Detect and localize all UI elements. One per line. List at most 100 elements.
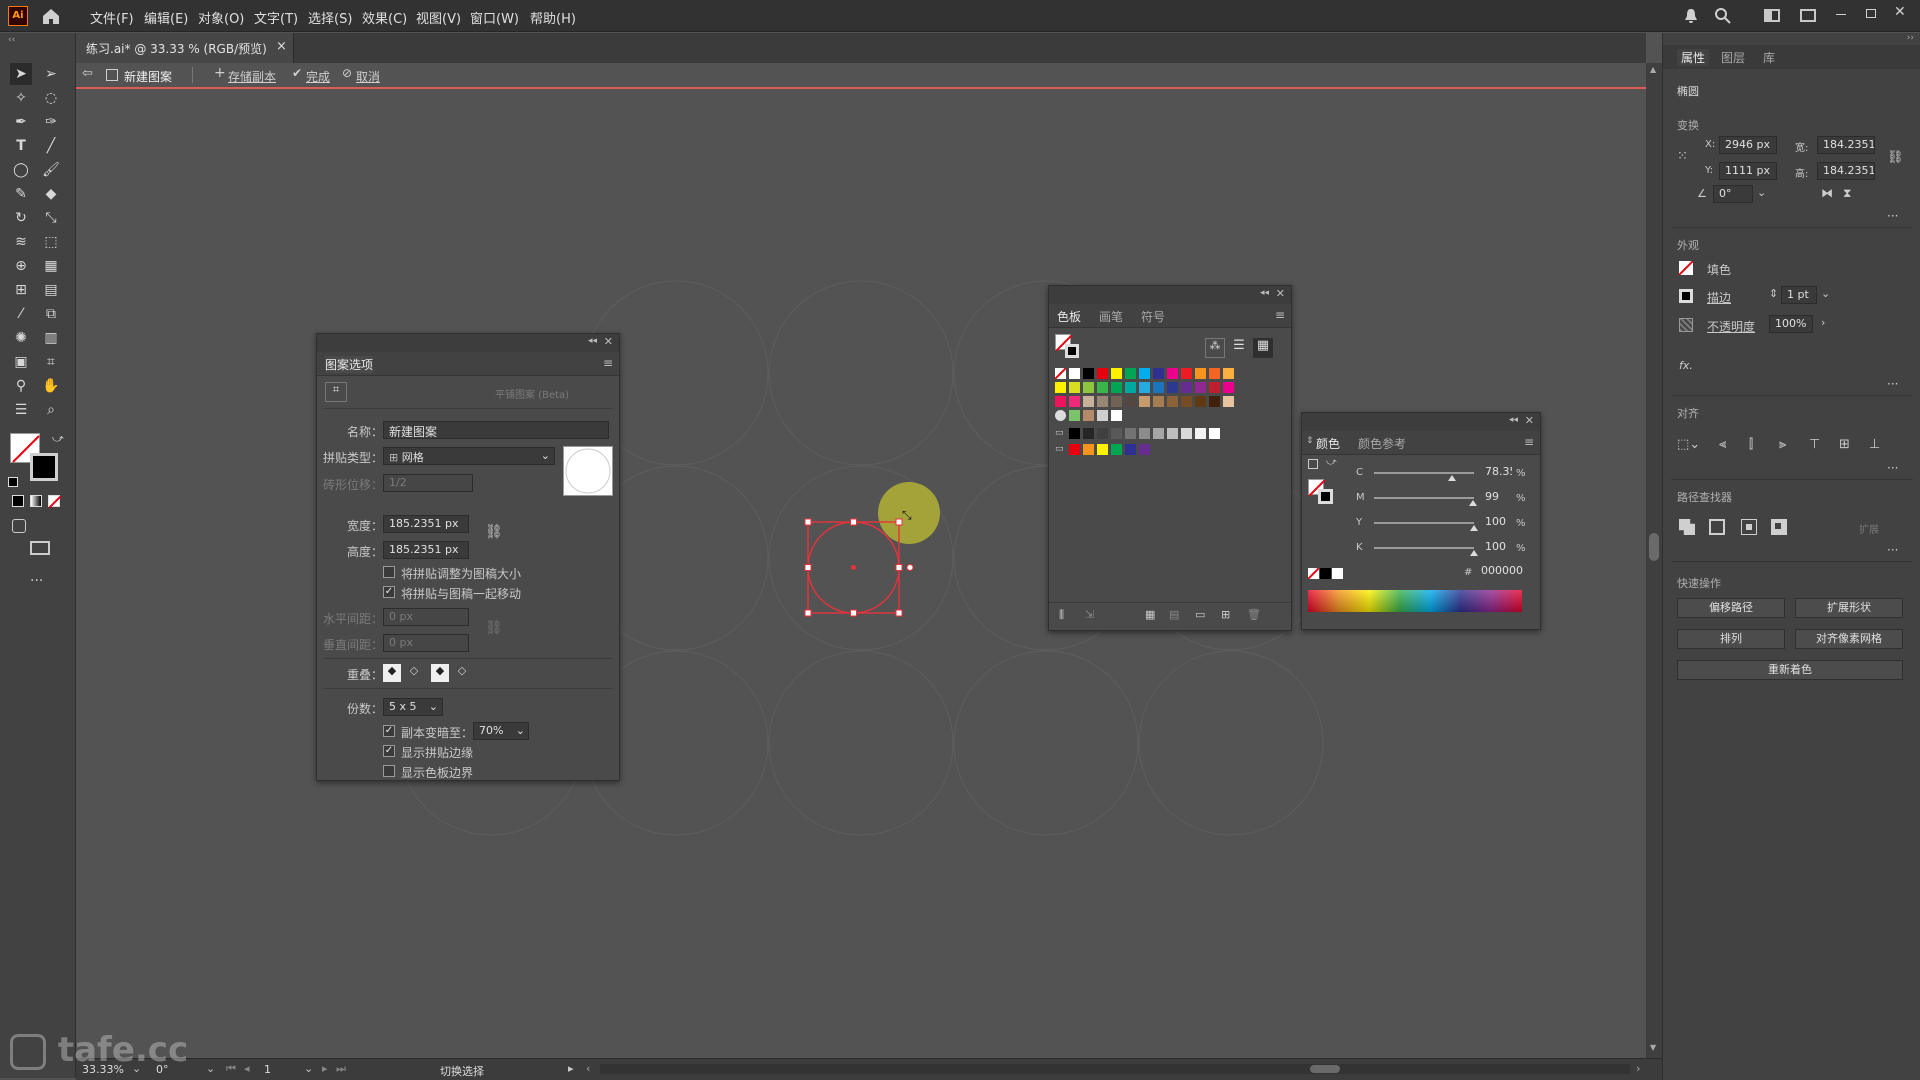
pattern-swatch[interactable] xyxy=(1111,410,1122,421)
perspective-grid-icon[interactable]: ▦ xyxy=(40,255,62,277)
scroll-thumb[interactable] xyxy=(1310,1065,1340,1073)
h-field[interactable]: 184.2351 xyxy=(1817,162,1875,180)
scroll-left-icon[interactable]: ‹ xyxy=(586,1062,590,1075)
line-tool-icon[interactable]: ╱ xyxy=(40,135,62,157)
scroll-thumb[interactable] xyxy=(1649,533,1659,561)
black-color-chip[interactable] xyxy=(1320,568,1331,579)
hand-tool-icon[interactable]: ✋ xyxy=(40,375,62,397)
stroke-weight-field[interactable]: 1 pt xyxy=(1781,286,1817,304)
default-icon[interactable] xyxy=(1308,459,1318,469)
swatch-chip[interactable] xyxy=(1181,382,1192,393)
name-field[interactable]: 新建图案 xyxy=(383,421,609,439)
tab-properties[interactable]: 属性 xyxy=(1677,49,1710,66)
chevron-down-icon[interactable]: ⌄ xyxy=(304,1062,313,1075)
flip-vertical-icon[interactable]: ⧗ xyxy=(1843,186,1851,201)
swatch-chip[interactable] xyxy=(1223,382,1234,393)
draw-mode-icon[interactable] xyxy=(12,519,26,533)
direct-selection-tool-icon[interactable]: ➢ xyxy=(40,63,62,85)
free-transform-icon[interactable]: ⬚ xyxy=(40,231,62,253)
channel-c-slider[interactable] xyxy=(1374,472,1474,474)
overlap-top-icon[interactable]: ◆ xyxy=(431,664,449,682)
swatch-library-icon[interactable]: ⫼ xyxy=(1059,608,1064,622)
swatch-chip[interactable] xyxy=(1097,382,1108,393)
arrange-button[interactable]: 排列 xyxy=(1677,629,1785,649)
scale-tool-icon[interactable]: ⤡ xyxy=(40,207,62,229)
swatch-chip[interactable] xyxy=(1125,368,1136,379)
swatch-chip[interactable] xyxy=(1139,382,1150,393)
scroll-right-icon[interactable]: › xyxy=(1636,1062,1640,1075)
swatch-chip[interactable] xyxy=(1125,428,1136,439)
swatch-chip[interactable] xyxy=(1139,368,1150,379)
close-panel-icon[interactable]: ✕ xyxy=(1276,287,1285,300)
grid-view-icon[interactable]: ▦ xyxy=(1253,338,1273,358)
tab-swatches[interactable]: 色板 xyxy=(1057,308,1081,325)
channel-m-thumb[interactable] xyxy=(1469,500,1477,506)
lasso-icon[interactable]: ◌ xyxy=(40,87,62,109)
column-graph-icon[interactable]: ▥ xyxy=(40,327,62,349)
channel-c-field[interactable]: 78.35 xyxy=(1480,464,1512,482)
mesh-tool-icon[interactable]: ⊞ xyxy=(10,279,32,301)
chevron-right-icon[interactable]: › xyxy=(1821,316,1825,329)
fill-stroke-mini[interactable] xyxy=(1308,479,1336,507)
dim-copies-select[interactable]: 70% ⌄ xyxy=(473,722,529,740)
swatch-chip[interactable] xyxy=(1209,382,1220,393)
fx-button[interactable]: fx. xyxy=(1679,359,1693,372)
swatch-chip[interactable] xyxy=(1054,367,1067,380)
swatch-chip[interactable] xyxy=(1209,428,1220,439)
tab-layers[interactable]: 图层 xyxy=(1721,49,1745,66)
swatch-chip[interactable] xyxy=(1069,444,1080,455)
paintbrush-icon[interactable]: 🖌 xyxy=(40,159,62,181)
type-tool-icon[interactable]: T xyxy=(10,135,32,157)
stroke-swatch[interactable] xyxy=(30,453,58,481)
unite-icon[interactable] xyxy=(1679,519,1695,535)
swatch-chip[interactable] xyxy=(1083,382,1094,393)
close-window-icon[interactable]: ✕ xyxy=(1894,4,1906,20)
move-tile-checkbox[interactable]: ✓ xyxy=(383,586,395,598)
hex-field[interactable]: 000000 xyxy=(1476,563,1524,581)
opacity-icon[interactable] xyxy=(1679,318,1693,332)
align-pixel-grid-button[interactable]: 对齐像素网格 xyxy=(1795,629,1903,649)
swap-icon[interactable]: ⤻ xyxy=(1326,457,1337,468)
swatch-chip[interactable] xyxy=(1069,368,1080,379)
swatch-chip[interactable] xyxy=(1111,368,1122,379)
none-color-chip[interactable] xyxy=(1307,567,1320,580)
swatch-chip[interactable] xyxy=(1083,444,1094,455)
close-panel-icon[interactable]: ✕ xyxy=(604,335,613,348)
swatch-chip[interactable] xyxy=(1195,382,1206,393)
new-group-icon[interactable]: ▭ xyxy=(1195,608,1205,621)
tab-color[interactable]: 颜色 xyxy=(1316,435,1340,452)
tab-color-guide[interactable]: 颜色参考 xyxy=(1358,435,1406,452)
overlap-left-icon[interactable]: ◆ xyxy=(383,664,401,682)
w-field[interactable]: 184.2351 xyxy=(1817,136,1875,154)
close-tab-icon[interactable]: × xyxy=(276,39,287,54)
channel-m-field[interactable]: 99 xyxy=(1480,489,1512,507)
menu-effect[interactable]: 效果(C) xyxy=(362,8,407,27)
vertical-scrollbar[interactable]: ▲ ▼ xyxy=(1646,63,1662,1058)
swatch-chip[interactable] xyxy=(1209,396,1220,407)
show-tile-edge-checkbox[interactable]: ✓ xyxy=(383,745,395,757)
swatch-chip[interactable] xyxy=(1223,396,1234,407)
collapse-icon[interactable]: ‹‹ xyxy=(8,35,15,45)
swatch-chip[interactable] xyxy=(1083,368,1094,379)
swatch-chip[interactable] xyxy=(1139,396,1150,407)
artboard-tool-icon[interactable]: ▣ xyxy=(10,351,32,373)
more-options-icon[interactable]: ··· xyxy=(1887,543,1898,557)
last-artboard-icon[interactable]: ⏭ xyxy=(336,1062,346,1076)
close-panel-icon[interactable]: ✕ xyxy=(1525,414,1534,427)
more-options-icon[interactable]: ··· xyxy=(1887,461,1898,475)
chevron-down-icon[interactable]: ⌄ xyxy=(206,1062,215,1075)
align-left-icon[interactable]: ⫷ xyxy=(1719,437,1726,452)
selection-tool-icon[interactable]: ➤ xyxy=(10,63,32,85)
next-artboard-icon[interactable]: ▸ xyxy=(322,1062,328,1075)
zoom-tool-icon[interactable]: ⌕ xyxy=(40,399,62,421)
align-hcenter-icon[interactable]: ⫿ xyxy=(1749,437,1753,452)
channel-k-field[interactable]: 100 xyxy=(1480,539,1512,557)
first-artboard-icon[interactable]: ⏮ xyxy=(226,1062,236,1076)
rotate-tool-icon[interactable]: ↻ xyxy=(10,207,32,229)
collapse-panel-icon[interactable]: ◂◂ xyxy=(1509,415,1518,425)
menu-window[interactable]: 窗口(W) xyxy=(470,8,519,27)
swatch-chip[interactable] xyxy=(1167,368,1178,379)
constrain-proportions-icon[interactable]: ⛓ xyxy=(1887,150,1904,165)
document-tab[interactable]: 练习.ai* @ 33.33 % (RGB/预览) × xyxy=(76,33,294,63)
gradient-mode-icon[interactable] xyxy=(30,495,42,507)
